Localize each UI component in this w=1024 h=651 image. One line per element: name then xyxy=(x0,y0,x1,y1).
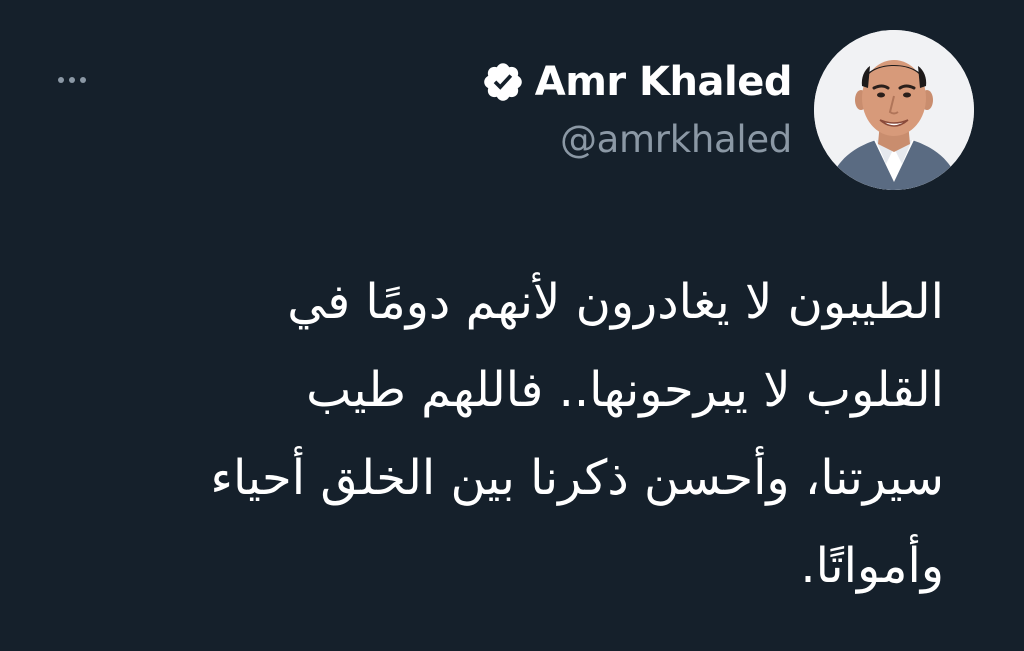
avatar[interactable] xyxy=(814,30,974,190)
display-name[interactable]: Amr Khaled xyxy=(535,59,793,105)
more-options-button[interactable] xyxy=(50,66,94,94)
tweet-text-line: سيرتنا، وأحسن ذكرنا بين الخلق أحياء xyxy=(210,450,944,506)
tweet-text-line: وأمواتًا. xyxy=(800,538,944,594)
more-options-icon xyxy=(58,77,64,83)
verified-badge-icon xyxy=(483,63,522,101)
more-options-icon-dot xyxy=(80,77,86,83)
tweet-card: Amr Khaled @amrkhaled الطيبون لا يغادرون… xyxy=(0,0,1024,651)
user-handle[interactable]: @amrkhaled xyxy=(481,118,792,161)
tweet-text: الطيبون لا يغادرون لأنهم دومًا في القلوب… xyxy=(84,258,944,610)
tweet-text-line: الطيبون لا يغادرون لأنهم دومًا في xyxy=(287,274,944,330)
tweet-text-line: القلوب لا يبرحونها.. فاللهم طيب xyxy=(306,362,944,418)
display-name-row: Amr Khaled xyxy=(481,52,793,112)
tweet-author[interactable]: Amr Khaled @amrkhaled xyxy=(481,52,793,161)
profile-photo xyxy=(814,30,974,190)
more-options-icon-dot xyxy=(69,77,75,83)
